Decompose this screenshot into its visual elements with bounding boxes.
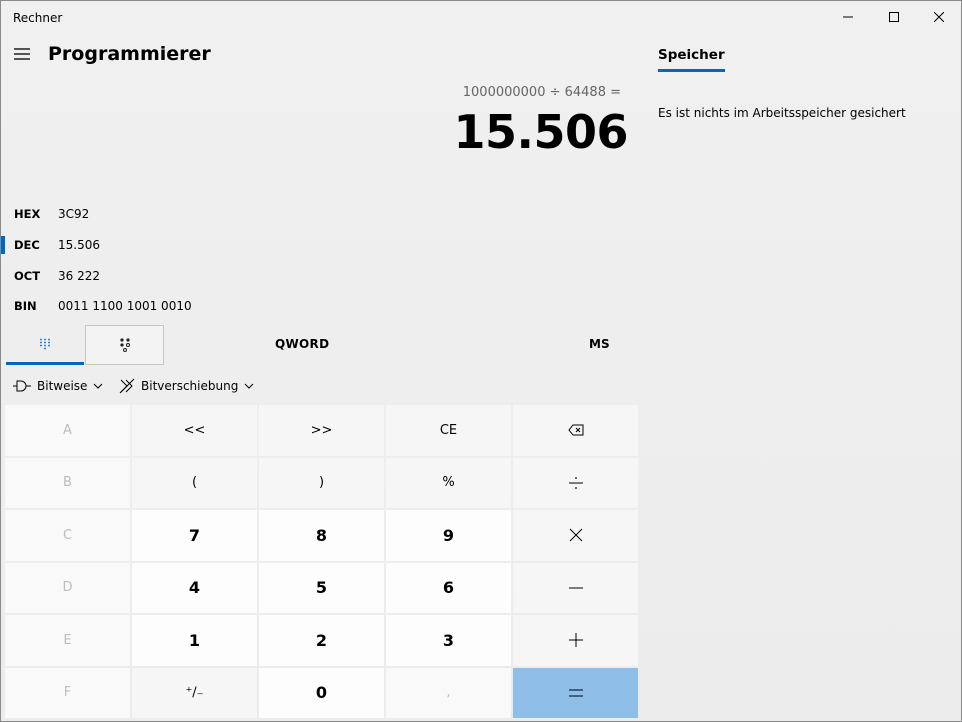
bitshift-dropdown[interactable]: Bitverschiebung <box>119 373 254 399</box>
key-5[interactable]: 5 <box>259 562 384 613</box>
bitshift-icon <box>119 378 135 394</box>
backspace-icon <box>567 424 583 436</box>
memory-panel: Speicher Es ist nichts im Arbeitsspeiche… <box>641 33 961 721</box>
chevron-down-icon <box>94 383 103 389</box>
key-a[interactable]: A <box>5 405 130 456</box>
key-0[interactable]: 0 <box>259 667 384 718</box>
close-button[interactable] <box>916 1 961 33</box>
minimize-icon <box>843 16 853 18</box>
navigation-menu-button[interactable] <box>7 39 37 69</box>
bit-toggle-keypad-tab[interactable] <box>85 325 164 365</box>
key-divide[interactable] <box>513 457 638 508</box>
radix-hex[interactable]: HEX 3C92 <box>1 199 301 229</box>
key-9[interactable]: 9 <box>386 510 511 561</box>
logic-gate-icon <box>13 380 31 392</box>
maximize-button[interactable] <box>871 1 917 33</box>
multiply-icon <box>569 528 582 542</box>
chevron-down-icon <box>244 383 254 389</box>
key-add[interactable] <box>513 615 638 666</box>
key-multiply[interactable] <box>513 510 638 561</box>
key-open-paren[interactable]: ( <box>132 457 257 508</box>
keypad-tabbar: QWORD MS <box>5 325 637 365</box>
equals-icon <box>568 689 583 697</box>
selection-marker <box>1 236 5 254</box>
radix-label: DEC <box>14 238 40 252</box>
key-f[interactable]: F <box>5 667 130 718</box>
minimize-button[interactable] <box>825 1 871 33</box>
key-b[interactable]: B <box>5 457 130 508</box>
mode-title: Programmierer <box>48 43 211 65</box>
key-left-shift[interactable]: << <box>132 405 257 456</box>
memory-tab[interactable]: Speicher <box>658 47 725 72</box>
calculator-window: Rechner Programmierer 1000000000 ÷ 64488… <box>0 0 962 722</box>
radix-label: BIN <box>14 299 37 313</box>
word-size-button[interactable]: QWORD <box>275 337 329 351</box>
key-8[interactable]: 8 <box>259 510 384 561</box>
key-modulo[interactable]: % <box>386 457 511 508</box>
radix-dec[interactable]: DEC 15.506 <box>1 230 301 260</box>
radix-value: 15.506 <box>58 238 100 252</box>
memory-empty-message: Es ist nichts im Arbeitsspeicher gesiche… <box>658 106 906 120</box>
divide-icon <box>568 476 583 489</box>
key-subtract[interactable] <box>513 562 638 613</box>
key-right-shift[interactable]: >> <box>259 405 384 456</box>
bitwise-dropdown[interactable]: Bitweise <box>13 373 103 399</box>
key-decimal[interactable]: , <box>386 667 511 718</box>
key-2[interactable]: 2 <box>259 615 384 666</box>
minus-icon <box>568 587 583 589</box>
key-clear-entry[interactable]: CE <box>386 405 511 456</box>
key-7[interactable]: 7 <box>132 510 257 561</box>
key-3[interactable]: 3 <box>386 615 511 666</box>
radix-oct[interactable]: OCT 36 222 <box>1 261 301 291</box>
bit-toggle-icon <box>119 338 130 352</box>
selection-marker <box>1 205 5 223</box>
key-close-paren[interactable]: ) <box>259 457 384 508</box>
keypad: A << >> CE B ( ) % C 7 8 9 D 4 5 6 E 1 2… <box>5 405 639 719</box>
expression-display: 1000000000 ÷ 64488 = <box>462 85 621 100</box>
close-icon <box>934 12 944 22</box>
radix-value: 3C92 <box>58 207 90 221</box>
keypad-grid-icon <box>40 338 50 350</box>
key-backspace[interactable] <box>513 405 638 456</box>
radix-value: 36 222 <box>58 269 100 283</box>
selection-marker <box>1 297 5 315</box>
full-keypad-tab[interactable] <box>6 326 84 365</box>
key-6[interactable]: 6 <box>386 562 511 613</box>
key-e[interactable]: E <box>5 615 130 666</box>
bitwise-label: Bitweise <box>37 379 88 393</box>
key-negate[interactable]: ⁺∕₋ <box>132 667 257 718</box>
key-1[interactable]: 1 <box>132 615 257 666</box>
result-display: 15.506 <box>453 105 628 159</box>
selection-marker <box>1 267 5 285</box>
key-equals[interactable] <box>513 667 638 718</box>
hamburger-icon <box>14 48 30 60</box>
key-4[interactable]: 4 <box>132 562 257 613</box>
radix-bin[interactable]: BIN 0011 1100 1001 0010 <box>1 291 301 321</box>
key-c[interactable]: C <box>5 510 130 561</box>
key-d[interactable]: D <box>5 562 130 613</box>
bitshift-label: Bitverschiebung <box>141 379 239 393</box>
title-bar: Rechner <box>1 1 961 33</box>
app-title: Rechner <box>13 11 63 25</box>
radix-label: HEX <box>14 207 41 221</box>
maximize-icon <box>889 12 899 22</box>
radix-label: OCT <box>14 269 41 283</box>
operations-bar: Bitweise Bitverschiebung <box>7 373 637 399</box>
plus-icon <box>568 633 583 648</box>
memory-store-button[interactable]: MS <box>589 337 610 351</box>
radix-value: 0011 1100 1001 0010 <box>58 299 192 313</box>
